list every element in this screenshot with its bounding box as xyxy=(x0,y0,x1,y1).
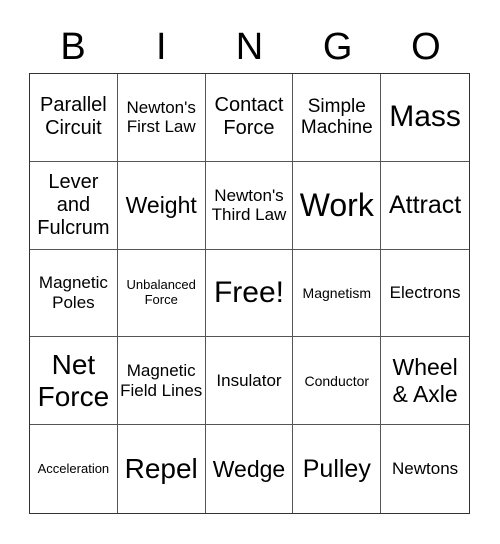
bingo-cell[interactable]: Magnetic Field Lines xyxy=(117,337,206,426)
bingo-cell[interactable]: Insulator xyxy=(205,337,294,426)
bingo-cell[interactable]: Attract xyxy=(381,162,469,250)
bingo-cell[interactable]: Repel xyxy=(118,425,206,513)
bingo-grid: Parallel Circuit Newton's First Law Cont… xyxy=(29,73,470,514)
bingo-header: B I N G O xyxy=(29,22,470,72)
header-letter-b: B xyxy=(60,26,86,68)
bingo-cell[interactable]: Newtons xyxy=(381,425,469,513)
bingo-cell[interactable]: Net Force xyxy=(30,337,118,426)
bingo-cell[interactable]: Magnetic Poles xyxy=(30,249,118,338)
bingo-cell[interactable]: Magnetism xyxy=(293,249,382,338)
bingo-cell[interactable]: Wedge xyxy=(206,425,294,513)
bingo-cell[interactable]: Mass xyxy=(381,74,469,162)
bingo-cell[interactable]: Unbalanced Force xyxy=(117,249,206,338)
bingo-cell[interactable]: Weight xyxy=(117,161,206,250)
header-letter-g: G xyxy=(322,26,353,68)
bingo-cell[interactable]: Work xyxy=(293,161,382,250)
bingo-cell[interactable]: Electrons xyxy=(381,250,469,338)
bingo-cell[interactable]: Conductor xyxy=(293,337,382,426)
bingo-cell[interactable]: Parallel Circuit xyxy=(30,74,118,162)
bingo-cell[interactable]: Pulley xyxy=(293,425,382,513)
bingo-cell[interactable]: Lever and Fulcrum xyxy=(30,161,118,250)
free-space[interactable]: Free! xyxy=(205,249,294,338)
bingo-cell[interactable]: Newton's First Law xyxy=(117,74,206,162)
header-letter-i: I xyxy=(156,26,167,68)
bingo-cell[interactable]: Newton's Third Law xyxy=(205,161,294,250)
bingo-cell[interactable]: Contact Force xyxy=(205,74,294,162)
bingo-cell[interactable]: Simple Machine xyxy=(293,74,382,162)
bingo-cell[interactable]: Wheel & Axle xyxy=(381,337,469,426)
header-letter-n: N xyxy=(235,26,264,68)
bingo-cell[interactable]: Acceleration xyxy=(30,425,118,513)
header-letter-o: O xyxy=(411,26,441,68)
